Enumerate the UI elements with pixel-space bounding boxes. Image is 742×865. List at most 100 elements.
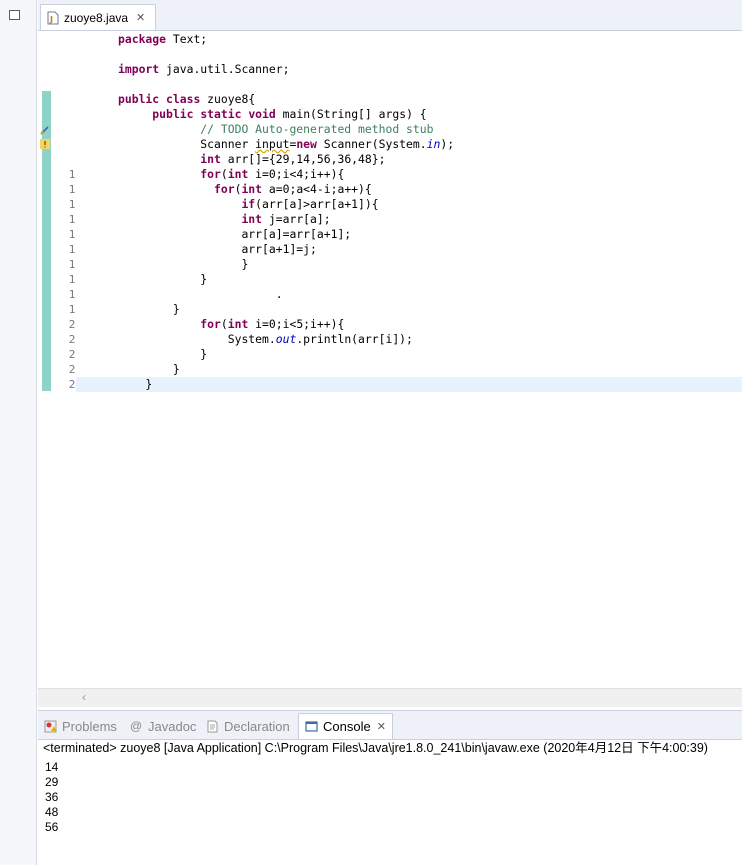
code-line[interactable]: public class zuoye8{ bbox=[76, 92, 742, 107]
code-line[interactable]: } bbox=[76, 257, 742, 272]
code-token: java.util.Scanner; bbox=[159, 62, 290, 76]
code-line[interactable]: } bbox=[76, 347, 742, 362]
code-token: public bbox=[118, 92, 160, 106]
code-text: for(int a=0;a<4-i;a++){ bbox=[118, 182, 372, 197]
horizontal-scrollbar[interactable]: ‹ bbox=[38, 688, 742, 707]
code-text: arr[a+1]=j; bbox=[118, 242, 317, 257]
task-marker-icon bbox=[40, 126, 49, 135]
code-token: static bbox=[200, 107, 242, 121]
console-output-line: 56 bbox=[45, 820, 59, 834]
code-line[interactable]: if(arr[a]>arr[a+1]){ bbox=[76, 197, 742, 212]
code-line[interactable]: package Text; bbox=[76, 32, 742, 47]
code-line[interactable]: public static void main(String[] args) { bbox=[76, 107, 742, 122]
code-token: import bbox=[118, 62, 160, 76]
tab-javadoc[interactable]: @ Javadoc bbox=[130, 715, 196, 737]
console-icon bbox=[305, 721, 318, 732]
code-token: for bbox=[200, 167, 221, 181]
code-line[interactable]: for(int a=0;a<4-i;a++){ bbox=[76, 182, 742, 197]
code-line[interactable]: import java.util.Scanner; bbox=[76, 62, 742, 77]
code-token: new bbox=[296, 137, 317, 151]
code-text: for(int i=0;i<4;i++){ bbox=[118, 167, 344, 182]
java-file-icon: J bbox=[47, 11, 59, 24]
code-line[interactable]: } bbox=[76, 302, 742, 317]
code-token: if bbox=[241, 197, 256, 211]
console-status-line: <terminated> zuoye8 [Java Application] C… bbox=[43, 741, 708, 755]
code-line[interactable]: arr[a+1]=j; bbox=[76, 242, 742, 257]
code-text: Scanner input=new Scanner(System.in); bbox=[118, 137, 454, 152]
code-token: // TODO Auto-generated method stub bbox=[200, 122, 434, 136]
tab-declaration[interactable]: Declaration bbox=[206, 715, 290, 737]
code-line[interactable]: System.out.println(arr[i]); bbox=[76, 332, 742, 347]
code-line[interactable] bbox=[76, 47, 742, 62]
code-line[interactable] bbox=[76, 77, 742, 92]
code-token: for bbox=[214, 182, 235, 196]
code-text: arr[a]=arr[a+1]; bbox=[118, 227, 351, 242]
change-ruler bbox=[38, 31, 52, 689]
code-line[interactable]: . bbox=[76, 287, 742, 302]
code-text: } bbox=[118, 302, 180, 317]
views-tab-bar: Problems @ Javadoc Declaration Console ✕ bbox=[38, 710, 742, 740]
code-token: zuoye8{ bbox=[200, 92, 256, 106]
code-line[interactable]: Scanner input=new Scanner(System.in); bbox=[76, 137, 742, 152]
editor-tab-zuoye8[interactable]: J zuoye8.java ✕ bbox=[40, 4, 156, 30]
code-token: i=0;i<5;i++){ bbox=[248, 317, 345, 331]
code-line[interactable]: } bbox=[76, 377, 742, 392]
close-icon[interactable]: ✕ bbox=[377, 720, 386, 733]
code-token: } bbox=[118, 257, 249, 271]
code-line[interactable]: for(int i=0;i<5;i++){ bbox=[76, 317, 742, 332]
code-line[interactable]: int arr[]={29,14,56,36,48}; bbox=[76, 152, 742, 167]
code-text: } bbox=[118, 362, 180, 377]
code-token: void bbox=[248, 107, 276, 121]
scroll-left-arrow-icon[interactable]: ‹ bbox=[82, 690, 86, 704]
console-output[interactable]: 14 29 36 48 56 bbox=[38, 760, 742, 865]
code-line[interactable]: arr[a]=arr[a+1]; bbox=[76, 227, 742, 242]
code-text: System.out.println(arr[i]); bbox=[118, 332, 413, 347]
code-token: ( bbox=[220, 167, 228, 181]
code-text: package Text; bbox=[118, 32, 207, 47]
code-token: int bbox=[241, 212, 263, 226]
code-token: for bbox=[200, 317, 221, 331]
code-text: public static void main(String[] args) { bbox=[118, 107, 427, 122]
code-line[interactable]: } bbox=[76, 272, 742, 287]
code-text: int arr[]={29,14,56,36,48}; bbox=[118, 152, 385, 167]
code-token: out bbox=[275, 332, 297, 346]
close-icon[interactable]: ✕ bbox=[136, 11, 145, 24]
tab-console-label: Console bbox=[323, 719, 371, 734]
code-token: arr[a+1]=j; bbox=[118, 242, 317, 256]
code-text: } bbox=[118, 257, 248, 272]
code-token: } bbox=[118, 377, 153, 391]
restore-view-button[interactable] bbox=[9, 10, 20, 20]
code-line[interactable]: for(int i=0;i<4;i++){ bbox=[76, 167, 742, 182]
code-token: } bbox=[118, 347, 208, 361]
line-number-gutter: 123456−789101112131415161718192021222324 bbox=[52, 31, 90, 689]
code-text: import java.util.Scanner; bbox=[118, 62, 289, 77]
code-editor[interactable]: 123456−789101112131415161718192021222324… bbox=[38, 31, 742, 689]
code-text: } bbox=[118, 377, 152, 392]
code-line[interactable]: // TODO Auto-generated method stub bbox=[76, 122, 742, 137]
problems-icon bbox=[44, 720, 57, 732]
editor-tab-label: zuoye8.java bbox=[64, 10, 129, 25]
code-token: Scanner(System. bbox=[316, 137, 427, 151]
code-token: int bbox=[227, 317, 249, 331]
tab-console[interactable]: Console ✕ bbox=[298, 713, 393, 739]
console-output-line: 48 bbox=[45, 805, 59, 819]
code-area[interactable]: package Text; import java.util.Scanner; pu… bbox=[76, 31, 742, 689]
code-token: main(String[] args) { bbox=[275, 107, 427, 121]
code-token: i=0;i<4;i++){ bbox=[248, 167, 345, 181]
code-line[interactable]: } bbox=[76, 362, 742, 377]
console-output-line: 36 bbox=[45, 790, 59, 804]
code-token: ); bbox=[440, 137, 455, 151]
code-line[interactable]: int j=arr[a]; bbox=[76, 212, 742, 227]
console-output-line: 29 bbox=[45, 775, 59, 789]
tab-problems[interactable]: Problems bbox=[44, 715, 117, 737]
at-icon: @ bbox=[130, 718, 143, 733]
code-token: package bbox=[118, 32, 167, 46]
code-text: } bbox=[118, 347, 207, 362]
svg-text:J: J bbox=[49, 15, 53, 24]
code-text: public class zuoye8{ bbox=[118, 92, 255, 107]
